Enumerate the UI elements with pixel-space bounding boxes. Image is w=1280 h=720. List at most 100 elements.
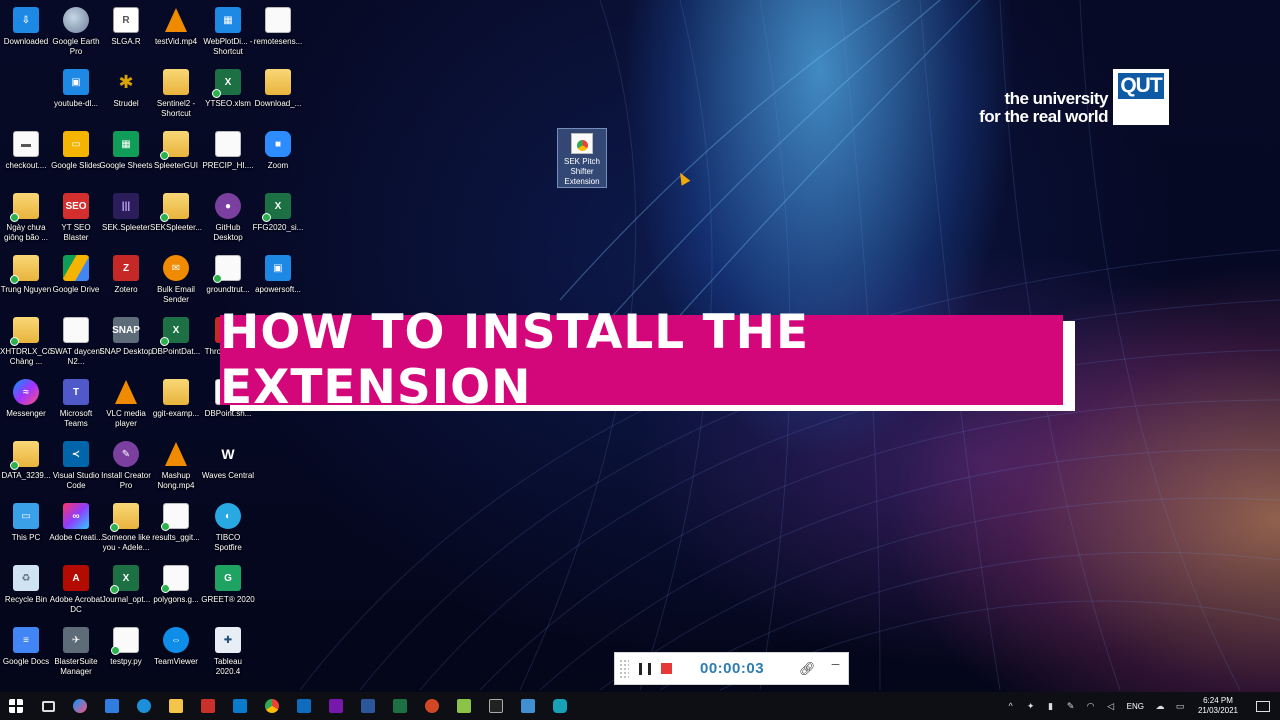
desktop-icon-sek-pitch-shifter[interactable]: SEK Pitch Shifter Extension [557,128,607,188]
desktop-icon[interactable]: PRECIP_HI.... [202,128,254,188]
taskbar-app-outlook[interactable] [288,692,320,720]
desktop-icon[interactable]: ∞ Adobe Creati... [49,500,103,560]
desktop-icon[interactable]: ▦ Google Sheets [100,128,152,188]
desktop-icon[interactable]: testVid.mp4 [150,4,202,64]
desktop-icon-label: BlasterSuite Manager [54,657,98,676]
gslide-app-icon: ▭ [63,131,89,157]
drag-handle-icon[interactable] [619,658,629,679]
microphone-icon[interactable]: ▮ [1044,701,1058,711]
desktop-icon[interactable]: G GREET® 2020 [201,562,255,622]
desktop-icon[interactable]: Download_... [252,66,304,126]
system-clock[interactable]: 6:24 PM 21/03/2021 [1198,696,1238,716]
desktop-icon[interactable]: A Adobe Acrobat DC [50,562,102,622]
desktop-icon[interactable]: remotesens... [252,4,304,64]
desktop-icon[interactable]: ✈ BlasterSuite Manager [50,624,102,684]
desktop-icon[interactable]: ▭ This PC [0,500,52,560]
desktop-icon[interactable]: SNAP SNAP Desktop [99,314,153,374]
desktop-icon[interactable]: ♻ Recycle Bin [0,562,52,622]
desktop-icon[interactable]: results_ggit... [150,500,202,560]
dropbox-icon[interactable]: ✦ [1024,701,1038,711]
desktop-icon[interactable]: ▣ apowersoft... [252,252,304,312]
desktop-icon[interactable]: SpleeterGUI [150,128,202,188]
desktop-icon[interactable]: ggit-examp... [150,376,202,436]
desktop-icon[interactable]: ≡ Google Docs [0,624,52,684]
desktop-icon[interactable]: X Journal_opt... [100,562,152,622]
desktop-icon[interactable]: ✱ Strudel [100,66,152,126]
desktop-icon[interactable]: polygons.g... [150,562,202,622]
vsc-app-icon: ≺ [63,441,89,467]
desktop-icon[interactable]: ||| SEK.Spleeter [100,190,152,250]
desktop-icon[interactable]: ▦ WebPlotDi... - Shortcut [202,4,254,64]
desktop-icon[interactable]: Trung Nguyen [0,252,52,312]
desktop-icon[interactable]: ▣ youtube-dl... [50,66,102,126]
pen-icon[interactable]: ✎ [1064,701,1078,711]
desktop-icon[interactable]: R SLGA.R [100,4,152,64]
desktop-icon[interactable]: Z Zotero [100,252,152,312]
desktop-icon[interactable]: T Microsoft Teams [50,376,102,436]
taskbar-app-file-explorer[interactable] [160,692,192,720]
desktop-icon[interactable]: ▬ checkout.... [0,128,52,188]
desktop-icon[interactable]: Ngày chưa giông bão ... [0,190,52,250]
taskbar-app-onenote[interactable] [320,692,352,720]
taskbar-app-word[interactable] [352,692,384,720]
desktop-icon[interactable]: ⇔ TeamViewer [150,624,202,684]
taskbar-app-chrome[interactable] [256,692,288,720]
desktop-icon[interactable]: ⇩ Downloaded [0,4,52,64]
folder-app-icon [160,131,189,160]
pause-button[interactable] [639,662,651,675]
desktop-icon[interactable]: ▭ Google Slides [50,128,102,188]
notification-center-icon[interactable] [1256,700,1270,712]
desktop-icon[interactable]: ✉ Bulk Email Sender [150,252,202,312]
desktop-icon[interactable]: Google Drive [50,252,102,312]
language-indicator[interactable]: ENG [1127,702,1144,711]
sync-check-icon [110,585,119,594]
taskbar-app-notepad[interactable] [448,692,480,720]
taskbar-app-edge[interactable] [128,692,160,720]
desktop-icon[interactable]: DATA_3239... [0,438,52,498]
desktop-icon[interactable]: XHTDRLX_Cô Chàng ... [0,314,52,374]
purple-app-icon: ● [215,193,241,219]
chevron-up-icon[interactable]: ^ [1004,701,1018,711]
minimize-button[interactable]: – [832,655,840,671]
desktop-icon[interactable]: groundtrut... [202,252,254,312]
desktop-icon[interactable]: Mashup Nong.mp4 [150,438,202,498]
desktop-icon[interactable]: Sentinel2 - Shortcut [150,66,202,126]
desktop-icon[interactable]: X YTSEO.xlsm [202,66,254,126]
link-icon[interactable]: 🔗︎ [799,661,816,677]
taskbar-app-camera[interactable] [544,692,576,720]
taskbar-app-terminal[interactable] [480,692,512,720]
monitor-icon[interactable]: ▭ [1173,701,1187,711]
taskbar-app-remote[interactable] [512,692,544,720]
desktop-icon[interactable]: X FFG2020_si... [252,190,304,250]
onedrive-icon[interactable]: ☁ [1153,701,1167,711]
desktop-icon[interactable]: ■ Zoom [252,128,304,188]
desktop-icon[interactable]: SEKSpleeter... [150,190,202,250]
desktop-icon[interactable]: Someone like you - Adele... [100,500,152,560]
taskbar-app-powerpoint[interactable] [416,692,448,720]
desktop-icon[interactable]: ● GitHub Desktop [202,190,254,250]
desktop-icon[interactable]: VLC media player [100,376,152,436]
volume-icon[interactable]: ◁ [1104,701,1118,711]
taskbar-app-excel[interactable] [384,692,416,720]
taskbar-app-red[interactable] [192,692,224,720]
desktop-icon[interactable]: ◐ TIBCO Spotfire [202,500,254,560]
desktop-icon[interactable]: ≺ Visual Studio Code [50,438,102,498]
start-button[interactable] [0,692,32,720]
desktop-icon[interactable]: testpy.py [100,624,152,684]
desktop-icon[interactable]: ≈ Messenger [0,376,52,436]
desktop-icon[interactable]: Google Earth Pro [50,4,102,64]
stop-button[interactable] [661,663,672,674]
taskbar-app-messenger[interactable] [64,692,96,720]
desktop-icon[interactable]: ✎ Install Creator Pro [100,438,152,498]
desktop-icon[interactable]: W Waves Central [202,438,254,498]
desktop-icon[interactable]: X DBPointDat... [150,314,202,374]
desktop-icon[interactable]: SWAT daycent N2... [50,314,102,374]
wifi-icon[interactable]: ◠ [1084,701,1098,711]
desktop-icon[interactable]: ✚ Tableau 2020.4 [202,624,254,684]
task-view-button[interactable] [32,692,64,720]
taskbar-app-vscode[interactable] [224,692,256,720]
icon-glyph: Z [122,262,130,274]
taskbar-app-todo[interactable] [96,692,128,720]
desktop-icon-label: Trung Nguyen [0,285,52,294]
desktop-icon[interactable]: SEO YT SEO Blaster [50,190,102,250]
